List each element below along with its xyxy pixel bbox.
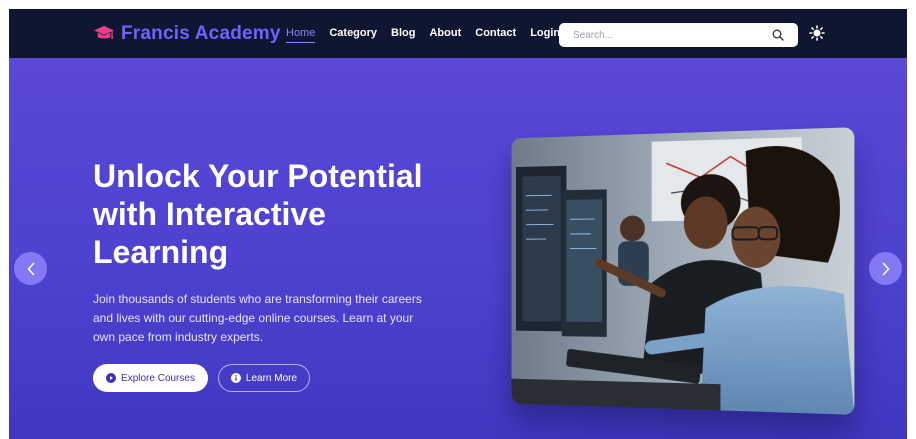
- nav-item-login[interactable]: Login: [530, 27, 560, 43]
- carousel-prev-button[interactable]: [14, 252, 47, 285]
- nav-item-blog[interactable]: Blog: [391, 27, 415, 43]
- nav-item-home[interactable]: Home: [286, 27, 316, 43]
- nav-item-contact[interactable]: Contact: [475, 27, 516, 43]
- brand-logo[interactable]: Francis Academy: [93, 23, 281, 45]
- students-illustration: [511, 127, 855, 415]
- learn-more-label: Learn More: [245, 372, 298, 384]
- search-icon[interactable]: [772, 29, 784, 41]
- graduation-cap-icon: [94, 25, 114, 39]
- hero-image: [511, 127, 855, 415]
- navbar: Francis Academy Home Category Blog About…: [9, 9, 907, 58]
- nav-item-about[interactable]: About: [429, 27, 461, 43]
- brand-name: Francis Academy: [121, 23, 281, 44]
- sun-icon[interactable]: [809, 25, 825, 41]
- explore-courses-button[interactable]: Explore Courses: [93, 364, 208, 392]
- explore-courses-label: Explore Courses: [121, 372, 195, 384]
- search-input[interactable]: [559, 23, 769, 47]
- hero-section: Unlock Your Potential with Interactive L…: [9, 58, 907, 439]
- search-bar: [559, 23, 798, 47]
- info-circle-icon: [230, 373, 241, 383]
- nav-menu: Home Category Blog About Contact Login: [286, 27, 560, 43]
- carousel-next-button[interactable]: [869, 252, 902, 285]
- page-frame: Francis Academy Home Category Blog About…: [9, 9, 907, 439]
- play-circle-icon: [106, 373, 117, 383]
- hero-title: Unlock Your Potential with Interactive L…: [93, 158, 423, 270]
- chevron-left-icon: [26, 262, 34, 275]
- hero-description: Join thousands of students who are trans…: [93, 292, 422, 344]
- chevron-right-icon: [882, 262, 890, 275]
- nav-item-category[interactable]: Category: [329, 27, 377, 43]
- learn-more-button[interactable]: Learn More: [218, 364, 310, 392]
